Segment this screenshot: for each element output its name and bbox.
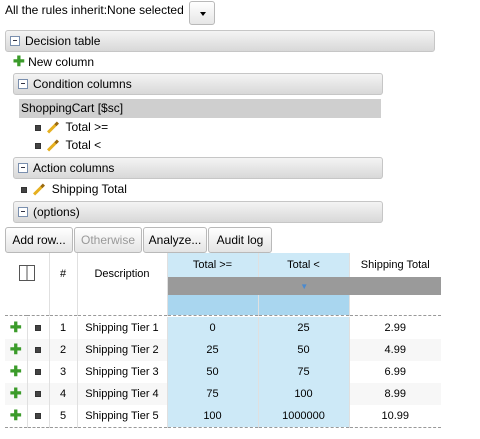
header-total-lt[interactable]: Total <	[257, 253, 349, 277]
header-total-ge[interactable]: Total >=	[166, 253, 258, 277]
table-row[interactable]: ✚ 2 Shipping Tier 2 25 50 4.99	[5, 339, 441, 361]
otherwise-button[interactable]: Otherwise	[74, 227, 142, 253]
action-columns-header[interactable]: Action columns	[13, 157, 383, 179]
delete-row-icon[interactable]	[35, 325, 41, 332]
table-row[interactable]: ✚ 1 Shipping Tier 1 0 25 2.99	[5, 317, 441, 339]
decision-table-header[interactable]: Decision table	[5, 30, 435, 52]
analyze-button[interactable]: Analyze...	[143, 227, 207, 253]
add-row-icon[interactable]: ✚	[10, 319, 22, 335]
delete-row-icon[interactable]	[35, 347, 41, 354]
new-column-link[interactable]: ✚ New column	[13, 53, 94, 69]
header-description: Description	[76, 253, 167, 295]
inherit-dropdown-button[interactable]	[189, 1, 215, 25]
table-row[interactable]: ✚ 3 Shipping Tier 3 50 75 6.99	[5, 361, 441, 383]
condition-column-total-lt[interactable]: Total <	[35, 138, 101, 152]
delete-row-icon[interactable]	[35, 412, 41, 419]
edit-icon[interactable]	[47, 139, 60, 152]
add-icon: ✚	[13, 53, 25, 69]
column-chooser-cell[interactable]	[5, 253, 49, 295]
inherit-value: None selected	[107, 3, 184, 17]
edit-icon[interactable]	[47, 121, 60, 134]
decision-table-grid: # Description Total >= Total < Shipping …	[5, 253, 441, 430]
pattern-label[interactable]: ShoppingCart [$sc]	[21, 101, 123, 115]
delete-row-icon[interactable]	[35, 391, 41, 398]
delete-row-icon[interactable]	[35, 369, 41, 376]
pattern-row-dropdown[interactable]: ▼	[166, 277, 441, 295]
delete-icon[interactable]	[21, 186, 27, 193]
header-shipping-total[interactable]: Shipping Total	[348, 253, 441, 277]
condition-columns-header[interactable]: Condition columns	[13, 73, 383, 95]
collapse-icon[interactable]	[18, 207, 28, 217]
delete-icon[interactable]	[35, 124, 41, 131]
delete-icon[interactable]	[35, 142, 41, 149]
collapse-icon[interactable]	[18, 163, 28, 173]
add-row-icon[interactable]: ✚	[10, 363, 22, 379]
add-row-icon[interactable]: ✚	[10, 341, 22, 357]
edit-icon[interactable]	[33, 183, 46, 196]
table-row[interactable]: ✚ 4 Shipping Tier 4 75 100 8.99	[5, 383, 441, 405]
options-header[interactable]: (options)	[13, 201, 383, 223]
table-row[interactable]: ✚ 5 Shipping Tier 5 100 1000000 10.99	[5, 405, 441, 427]
condition-column-total-ge[interactable]: Total >=	[35, 120, 108, 134]
header-num: #	[48, 253, 77, 295]
add-row-button[interactable]: Add row...	[5, 227, 73, 253]
add-row-icon[interactable]: ✚	[10, 407, 22, 423]
audit-log-button[interactable]: Audit log	[208, 227, 272, 253]
action-column-shipping-total[interactable]: Shipping Total	[21, 182, 127, 196]
collapse-icon[interactable]	[18, 79, 28, 89]
collapse-icon[interactable]	[10, 36, 20, 46]
inherit-label: All the rules inherit:None selected	[5, 3, 184, 17]
add-row-icon[interactable]: ✚	[10, 385, 22, 401]
columns-icon[interactable]	[18, 264, 35, 281]
